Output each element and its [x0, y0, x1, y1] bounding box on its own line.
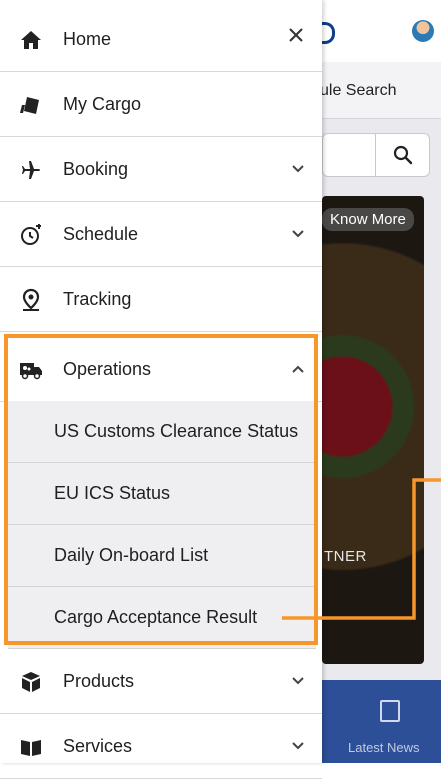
submenu-item-label: Daily On-board List — [54, 545, 209, 565]
logo-icon — [320, 22, 335, 44]
tab-label: ule Search — [320, 82, 397, 99]
promo-banner[interactable]: Know More TNER — [322, 196, 424, 664]
submenu-item-label: Cargo Acceptance Result — [54, 607, 258, 627]
bottom-tab-latest-news[interactable]: Latest News — [322, 680, 441, 763]
menu-item-label: Schedule — [63, 224, 139, 244]
chevron-up-icon — [292, 365, 304, 373]
know-more-button[interactable]: Know More — [322, 208, 414, 231]
submenu-item-us-customs-clearance-status[interactable]: US Customs Clearance Status — [8, 401, 316, 463]
menu-item-label: Operations — [63, 359, 152, 379]
search-box[interactable] — [322, 133, 430, 177]
book-icon — [21, 740, 41, 756]
menu-item-label: Services — [63, 736, 133, 756]
submenu-item-label: US Customs Clearance Status — [54, 421, 299, 441]
menu-item-label: Booking — [63, 159, 129, 179]
package-icon — [22, 672, 40, 692]
submenu-item-label: EU ICS Status — [54, 483, 171, 503]
menu-item-label: My Cargo — [63, 94, 142, 114]
truck-icon — [20, 363, 42, 380]
chevron-down-icon — [292, 230, 304, 238]
menu-item-products[interactable]: Products — [0, 649, 322, 714]
menu-item-tracking[interactable]: Tracking — [0, 267, 322, 332]
newspaper-icon — [380, 700, 400, 722]
submenu-item-eu-ics-status[interactable]: EU ICS Status — [8, 463, 316, 525]
chevron-down-icon — [292, 677, 304, 685]
submenu-item-cargo-acceptance-result[interactable]: Cargo Acceptance Result — [8, 587, 316, 649]
chevron-down-icon — [292, 742, 304, 750]
menu-item-booking[interactable]: Booking — [0, 137, 322, 202]
submenu-item-daily-on-board-list[interactable]: Daily On-board List — [8, 525, 316, 587]
search-icon[interactable] — [393, 145, 413, 165]
home-icon — [21, 31, 41, 49]
menu-item-label: Home — [63, 29, 112, 49]
menu-item-label: Tracking — [63, 289, 132, 309]
banner-text: TNER — [324, 548, 367, 565]
menu-item-operations[interactable]: Operations — [0, 337, 322, 402]
cargo-box-icon — [20, 97, 39, 114]
airplane-icon — [22, 161, 40, 179]
menu-item-schedule[interactable]: Schedule — [0, 202, 322, 267]
schedule-icon — [21, 224, 41, 245]
location-pin-icon — [22, 288, 40, 311]
side-drawer: Home My Cargo Booking Schedule Tracking … — [0, 0, 322, 779]
menu-item-my-cargo[interactable]: My Cargo — [0, 72, 322, 137]
chevron-down-icon — [292, 165, 304, 173]
close-icon[interactable] — [288, 27, 304, 43]
menu-item-label: Products — [63, 671, 135, 691]
bottom-tab-label: Latest News — [348, 740, 420, 755]
avatar[interactable] — [412, 20, 434, 42]
menu-item-home[interactable]: Home — [0, 7, 322, 72]
search-divider — [375, 134, 376, 176]
menu-item-services[interactable]: Services — [0, 714, 322, 779]
